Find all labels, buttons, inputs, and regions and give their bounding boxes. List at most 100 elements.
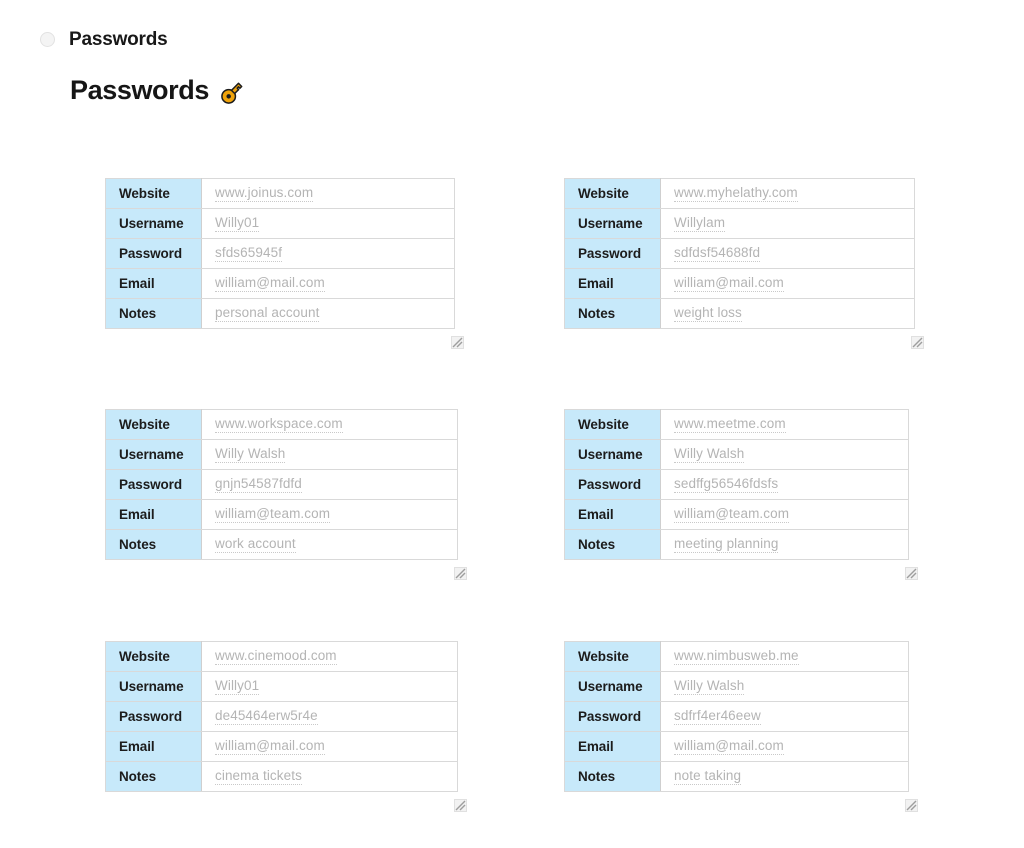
value-text: william@mail.com [674, 738, 784, 755]
table-row: Username Willylam [564, 208, 915, 239]
value-notes[interactable]: weight loss [660, 298, 915, 329]
value-text: william@mail.com [215, 738, 325, 755]
value-text: note taking [674, 768, 742, 785]
value-notes[interactable]: cinema tickets [201, 761, 458, 792]
value-website[interactable]: www.meetme.com [660, 409, 909, 440]
table-row: Email william@team.com [564, 499, 909, 530]
row-label-password: Password [564, 701, 661, 732]
table-row: Website www.joinus.com [105, 178, 455, 209]
value-text: cinema tickets [215, 768, 302, 785]
value-website[interactable]: www.nimbusweb.me [660, 641, 909, 672]
value-text: Willy Walsh [674, 678, 745, 695]
row-label-email: Email [105, 499, 202, 530]
resize-grip-icon[interactable] [454, 799, 467, 812]
resize-grip-icon[interactable] [911, 336, 924, 349]
row-label-username: Username [564, 208, 661, 239]
value-email[interactable]: william@mail.com [660, 731, 909, 762]
row-label-username: Username [564, 439, 661, 470]
row-label-email: Email [564, 268, 661, 299]
row-label-notes: Notes [564, 529, 661, 560]
credential-table: Website www.myhelathy.com Username Willy… [564, 178, 915, 329]
value-notes[interactable]: work account [201, 529, 458, 560]
row-label-email: Email [105, 268, 202, 299]
value-username[interactable]: Willy01 [201, 208, 455, 239]
value-notes[interactable]: personal account [201, 298, 455, 329]
table-row: Email william@mail.com [564, 731, 909, 762]
resize-grip-icon[interactable] [905, 799, 918, 812]
row-label-password: Password [105, 238, 202, 269]
table-row: Username Willy Walsh [105, 439, 458, 470]
value-username[interactable]: Willy01 [201, 671, 458, 702]
value-password[interactable]: sfds65945f [201, 238, 455, 269]
row-label-email: Email [564, 731, 661, 762]
table-row: Website www.cinemood.com [105, 641, 458, 672]
value-text: www.meetme.com [674, 416, 786, 433]
value-username[interactable]: Willy Walsh [660, 439, 909, 470]
value-text: personal account [215, 305, 320, 322]
table-row: Password de45464erw5r4e [105, 701, 458, 732]
value-website[interactable]: www.cinemood.com [201, 641, 458, 672]
value-text: work account [215, 536, 296, 553]
value-website[interactable]: www.workspace.com [201, 409, 458, 440]
table-row: Username Willy01 [105, 671, 458, 702]
value-username[interactable]: Willy Walsh [660, 671, 909, 702]
value-text: de45464erw5r4e [215, 708, 318, 725]
table-row: Notes weight loss [564, 298, 915, 329]
value-text: www.cinemood.com [215, 648, 337, 665]
password-entry-card: Website www.meetme.com Username Willy Wa… [564, 409, 918, 580]
row-label-notes: Notes [564, 761, 661, 792]
row-label-username: Username [105, 671, 202, 702]
row-label-notes: Notes [105, 761, 202, 792]
value-text: william@mail.com [674, 275, 784, 292]
table-row: Website www.myhelathy.com [564, 178, 915, 209]
value-password[interactable]: gnjn54587fdfd [201, 469, 458, 500]
table-row: Notes cinema tickets [105, 761, 458, 792]
value-password[interactable]: sedffg56546fdsfs [660, 469, 909, 500]
credential-table: Website www.meetme.com Username Willy Wa… [564, 409, 909, 560]
value-text: sdfdsf54688fd [674, 245, 761, 262]
table-row: Password sfds65945f [105, 238, 455, 269]
table-row: Password gnjn54587fdfd [105, 469, 458, 500]
row-label-username: Username [564, 671, 661, 702]
value-email[interactable]: william@mail.com [201, 731, 458, 762]
row-label-website: Website [564, 178, 661, 209]
value-text: william@mail.com [215, 275, 325, 292]
value-email[interactable]: william@mail.com [660, 268, 915, 299]
row-label-website: Website [564, 641, 661, 672]
value-email[interactable]: william@mail.com [201, 268, 455, 299]
table-row: Password sedffg56546fdsfs [564, 469, 909, 500]
resize-grip-icon[interactable] [905, 567, 918, 580]
value-website[interactable]: www.joinus.com [201, 178, 455, 209]
value-notes[interactable]: note taking [660, 761, 909, 792]
row-label-password: Password [105, 469, 202, 500]
resize-grip-icon[interactable] [451, 336, 464, 349]
row-label-password: Password [564, 238, 661, 269]
row-label-username: Username [105, 208, 202, 239]
value-text: sdfrf4er46eew [674, 708, 761, 725]
value-email[interactable]: william@team.com [201, 499, 458, 530]
value-password[interactable]: sdfrf4er46eew [660, 701, 909, 732]
value-email[interactable]: william@team.com [660, 499, 909, 530]
credential-table: Website www.nimbusweb.me Username Willy … [564, 641, 909, 792]
value-password[interactable]: sdfdsf54688fd [660, 238, 915, 269]
value-text: www.myhelathy.com [674, 185, 798, 202]
value-username[interactable]: Willy Walsh [201, 439, 458, 470]
password-entry-card: Website www.nimbusweb.me Username Willy … [564, 641, 918, 812]
value-notes[interactable]: meeting planning [660, 529, 909, 560]
table-row: Notes note taking [564, 761, 909, 792]
table-row: Password sdfrf4er46eew [564, 701, 909, 732]
value-text: Willylam [674, 215, 726, 232]
password-entry-card: Website www.cinemood.com Username Willy0… [105, 641, 467, 812]
table-row: Website www.meetme.com [564, 409, 909, 440]
value-text: william@team.com [215, 506, 331, 523]
value-website[interactable]: www.myhelathy.com [660, 178, 915, 209]
value-text: Willy01 [215, 215, 260, 232]
value-text: Willy01 [215, 678, 260, 695]
value-password[interactable]: de45464erw5r4e [201, 701, 458, 732]
value-text: weight loss [674, 305, 742, 322]
resize-grip-icon[interactable] [454, 567, 467, 580]
credential-table: Website www.workspace.com Username Willy… [105, 409, 458, 560]
value-username[interactable]: Willylam [660, 208, 915, 239]
table-row: Email william@mail.com [564, 268, 915, 299]
password-entry-card: Website www.myhelathy.com Username Willy… [564, 178, 924, 349]
